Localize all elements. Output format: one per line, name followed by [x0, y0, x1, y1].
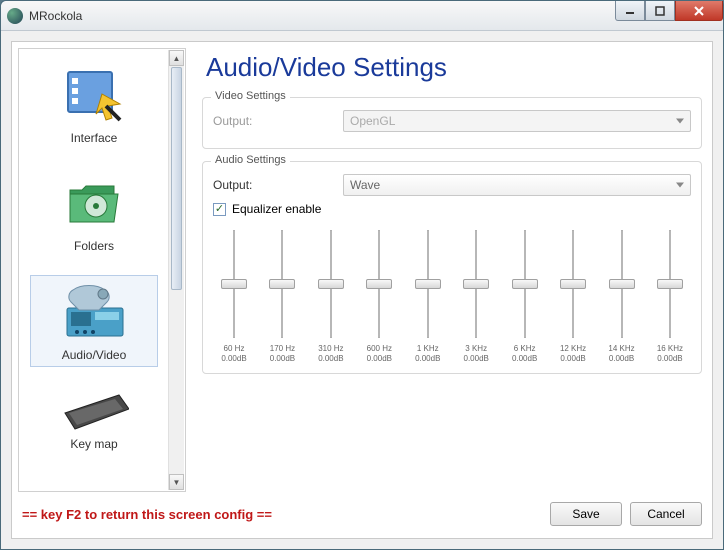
- eq-band: 12 KHz0.00dB: [554, 230, 592, 363]
- eq-slider[interactable]: [367, 230, 391, 338]
- sidebar-item-label: Interface: [30, 131, 158, 145]
- sidebar-item-audio-video[interactable]: Audio/Video: [30, 275, 158, 367]
- window-title: MRockola: [29, 9, 82, 23]
- sidebar-item-interface[interactable]: Interface: [30, 59, 158, 149]
- keymap-icon: [59, 389, 129, 433]
- cancel-button[interactable]: Cancel: [630, 502, 702, 526]
- slider-thumb[interactable]: [221, 279, 247, 289]
- eq-slider[interactable]: [222, 230, 246, 338]
- slider-thumb[interactable]: [512, 279, 538, 289]
- close-button[interactable]: [675, 1, 723, 21]
- app-window: MRockola Interface: [0, 0, 724, 550]
- eq-band: 16 KHz0.00dB: [651, 230, 689, 363]
- page-title: Audio/Video Settings: [206, 52, 702, 83]
- scroll-thumb[interactable]: [171, 67, 182, 290]
- sidebar-item-folders[interactable]: Folders: [30, 167, 158, 257]
- minimize-button[interactable]: [615, 1, 645, 21]
- eq-gain-label: 0.00dB: [464, 354, 489, 364]
- group-title: Audio Settings: [211, 154, 290, 166]
- slider-thumb[interactable]: [269, 279, 295, 289]
- eq-slider[interactable]: [416, 230, 440, 338]
- eq-band: 310 Hz0.00dB: [312, 230, 350, 363]
- equalizer-checkbox[interactable]: [213, 203, 226, 216]
- eq-slider[interactable]: [319, 230, 343, 338]
- slider-thumb[interactable]: [560, 279, 586, 289]
- scroll-track[interactable]: [169, 67, 184, 473]
- audio-settings-group: Audio Settings Output: Wave Equalizer en…: [202, 161, 702, 374]
- audio-video-icon: [59, 280, 129, 344]
- sidebar-scrollbar[interactable]: ▲ ▼: [168, 50, 184, 490]
- main-panel: Audio/Video Settings Video Settings Outp…: [202, 48, 702, 492]
- eq-gain-label: 0.00dB: [270, 354, 295, 364]
- eq-gain-label: 0.00dB: [609, 354, 634, 364]
- scroll-up-icon[interactable]: ▲: [169, 50, 184, 66]
- sidebar-item-label: Key map: [30, 437, 158, 451]
- eq-freq-label: 1 KHz: [417, 344, 439, 354]
- slider-thumb[interactable]: [415, 279, 441, 289]
- eq-freq-label: 60 Hz: [224, 344, 245, 354]
- slider-thumb[interactable]: [318, 279, 344, 289]
- app-icon: [7, 8, 23, 24]
- equalizer-enable-row[interactable]: Equalizer enable: [213, 202, 691, 216]
- audio-output-select[interactable]: Wave: [343, 174, 691, 196]
- sidebar-item-label: Audio/Video: [31, 348, 157, 362]
- audio-output-label: Output:: [213, 178, 343, 192]
- eq-freq-label: 170 Hz: [270, 344, 295, 354]
- eq-slider[interactable]: [658, 230, 682, 338]
- inner-panel: Interface Folders Audio/Video: [11, 41, 713, 539]
- eq-freq-label: 16 KHz: [657, 344, 683, 354]
- folders-icon: [59, 171, 129, 235]
- maximize-button[interactable]: [645, 1, 675, 21]
- eq-gain-label: 0.00dB: [415, 354, 440, 364]
- interface-icon: [59, 63, 129, 127]
- eq-freq-label: 14 KHz: [608, 344, 634, 354]
- eq-gain-label: 0.00dB: [560, 354, 585, 364]
- sidebar-item-keymap[interactable]: Key map: [30, 385, 158, 455]
- eq-band: 600 Hz0.00dB: [360, 230, 398, 363]
- eq-slider[interactable]: [610, 230, 634, 338]
- eq-gain-label: 0.00dB: [367, 354, 392, 364]
- eq-freq-label: 600 Hz: [367, 344, 392, 354]
- eq-band: 14 KHz0.00dB: [603, 230, 641, 363]
- eq-freq-label: 3 KHz: [465, 344, 487, 354]
- sidebar-item-label: Folders: [30, 239, 158, 253]
- content-area: Interface Folders Audio/Video: [1, 31, 723, 549]
- equalizer: 60 Hz0.00dB170 Hz0.00dB310 Hz0.00dB600 H…: [213, 226, 691, 363]
- eq-freq-label: 6 KHz: [514, 344, 536, 354]
- equalizer-checkbox-label: Equalizer enable: [232, 202, 321, 216]
- eq-band: 170 Hz0.00dB: [263, 230, 301, 363]
- eq-slider[interactable]: [270, 230, 294, 338]
- eq-gain-label: 0.00dB: [657, 354, 682, 364]
- slider-thumb[interactable]: [657, 279, 683, 289]
- window-controls: [615, 1, 723, 21]
- eq-freq-label: 310 Hz: [318, 344, 343, 354]
- eq-band: 60 Hz0.00dB: [215, 230, 253, 363]
- eq-freq-label: 12 KHz: [560, 344, 586, 354]
- scroll-down-icon[interactable]: ▼: [169, 474, 184, 490]
- slider-thumb[interactable]: [463, 279, 489, 289]
- video-output-select: OpenGL: [343, 110, 691, 132]
- footer-hint: == key F2 to return this screen config =…: [22, 507, 272, 522]
- slider-thumb[interactable]: [609, 279, 635, 289]
- eq-slider[interactable]: [464, 230, 488, 338]
- sidebar: Interface Folders Audio/Video: [18, 48, 186, 492]
- eq-slider[interactable]: [513, 230, 537, 338]
- sidebar-list: Interface Folders Audio/Video: [21, 51, 167, 489]
- eq-band: 3 KHz0.00dB: [457, 230, 495, 363]
- eq-slider[interactable]: [561, 230, 585, 338]
- eq-band: 1 KHz0.00dB: [409, 230, 447, 363]
- eq-gain-label: 0.00dB: [512, 354, 537, 364]
- video-settings-group: Video Settings Output: OpenGL: [202, 97, 702, 149]
- eq-gain-label: 0.00dB: [221, 354, 246, 364]
- save-button[interactable]: Save: [550, 502, 622, 526]
- group-title: Video Settings: [211, 90, 290, 102]
- eq-band: 6 KHz0.00dB: [506, 230, 544, 363]
- video-output-label: Output:: [213, 114, 343, 128]
- footer: == key F2 to return this screen config =…: [22, 500, 702, 528]
- slider-thumb[interactable]: [366, 279, 392, 289]
- eq-gain-label: 0.00dB: [318, 354, 343, 364]
- titlebar[interactable]: MRockola: [1, 1, 723, 31]
